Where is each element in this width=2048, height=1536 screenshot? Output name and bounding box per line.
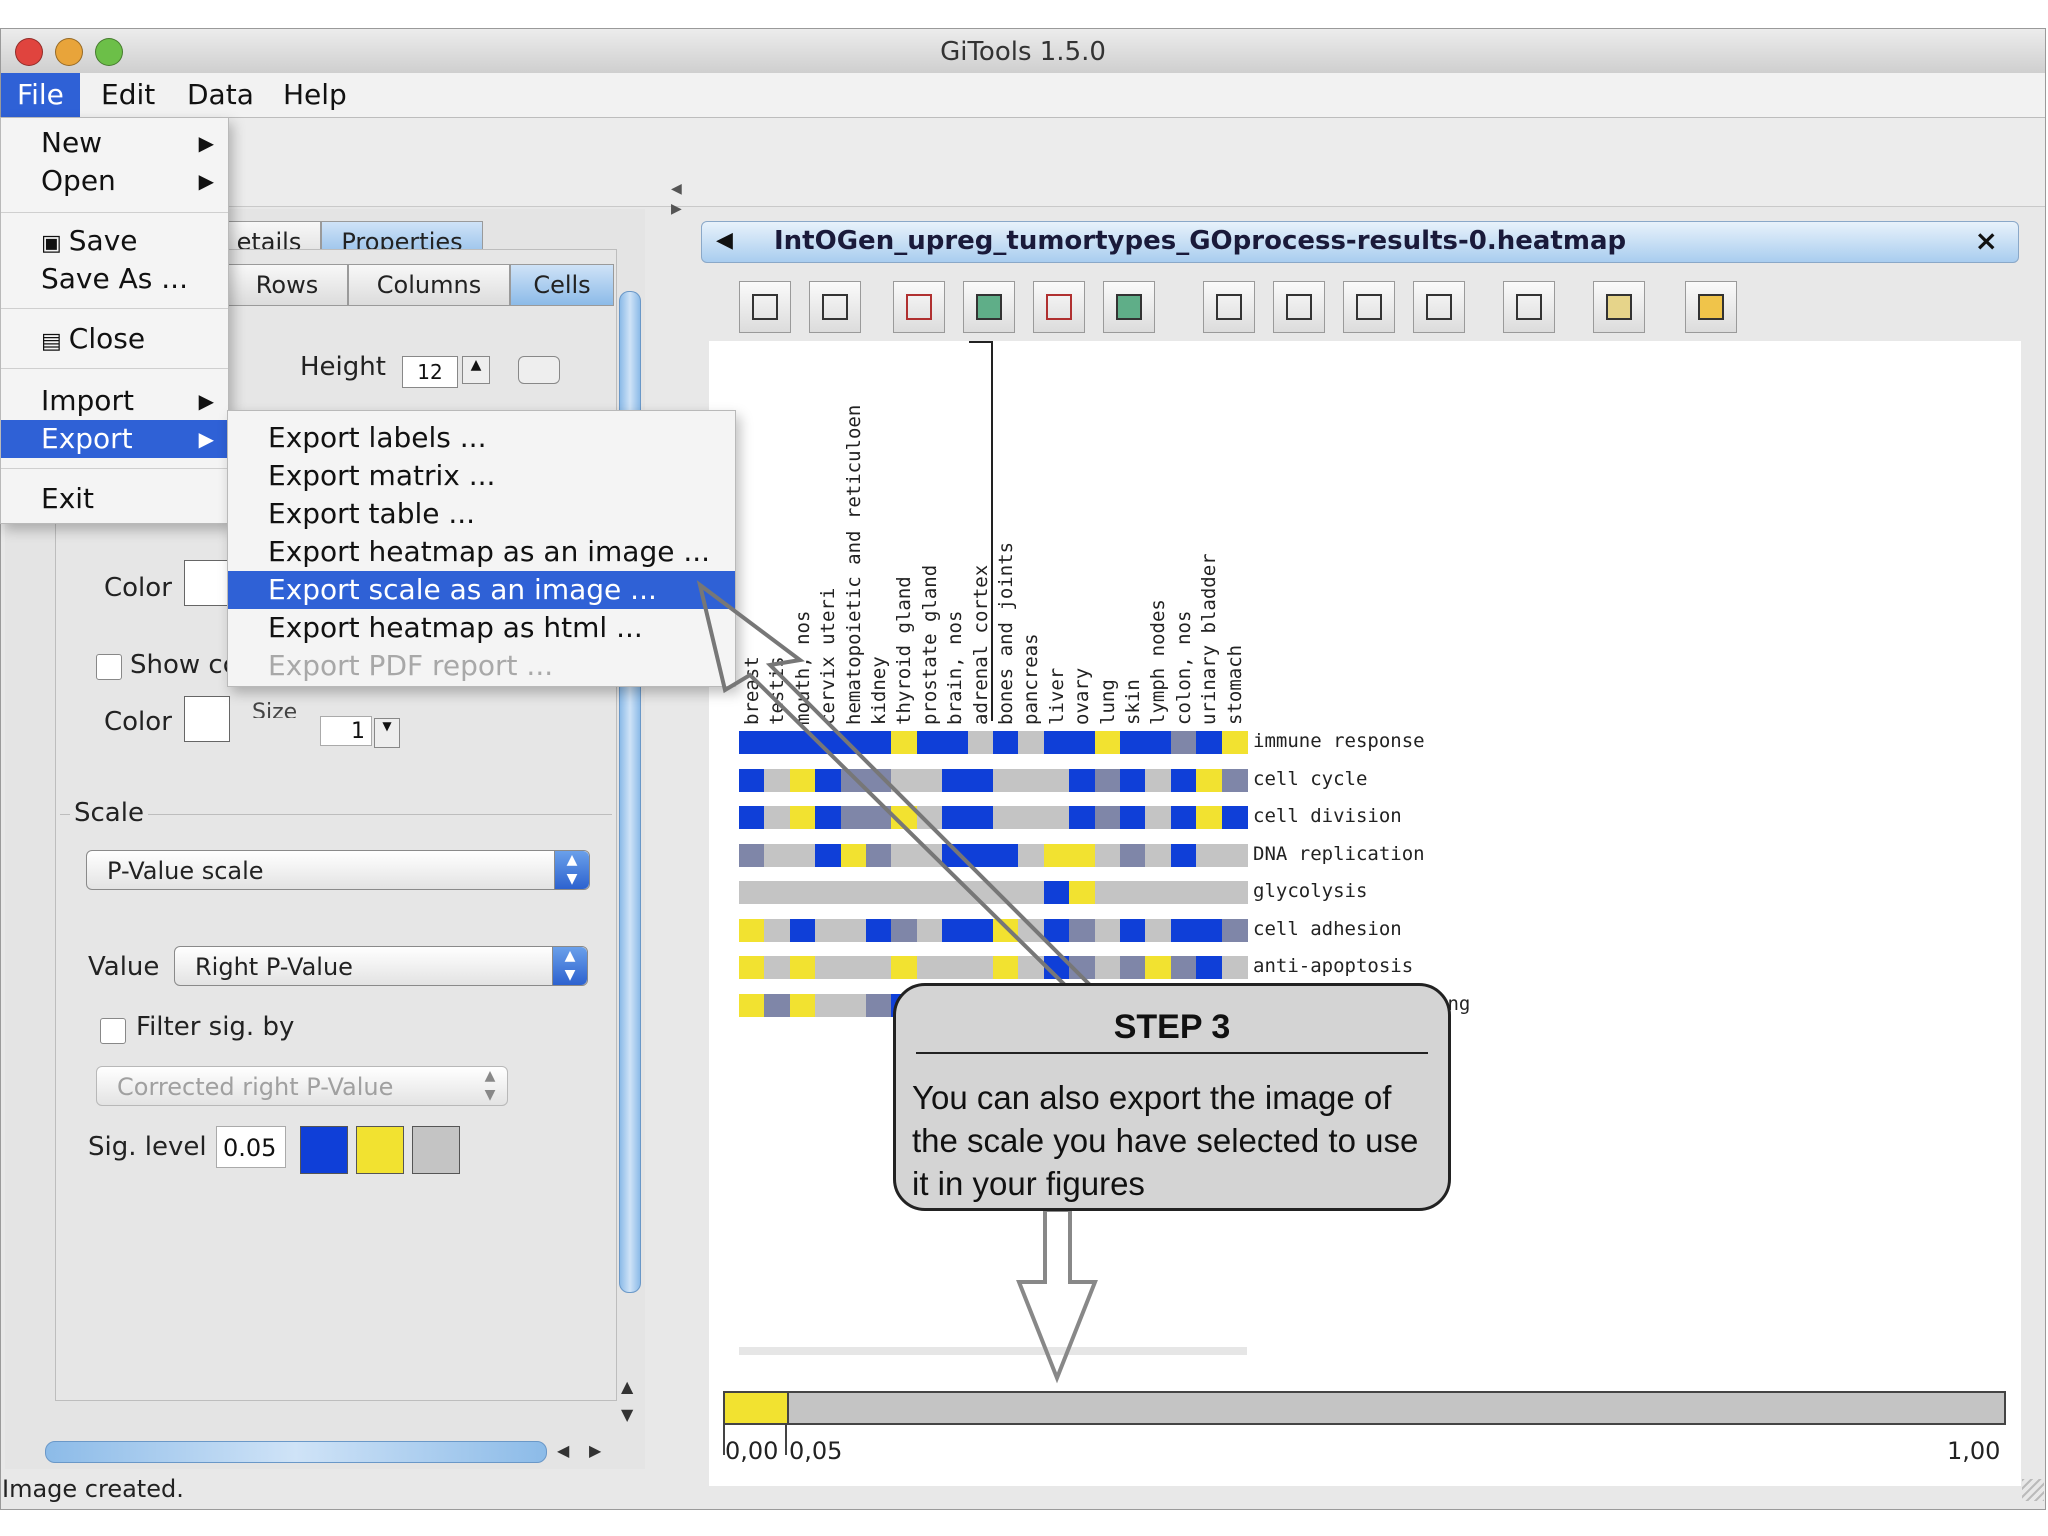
callout-body: You can also export the image of the sca…: [912, 1079, 1419, 1202]
callout-title: STEP 3: [1113, 1008, 1231, 1046]
annotation-arrows: [696, 580, 1098, 1384]
callout-divider: [916, 1052, 1428, 1054]
resize-grip-icon[interactable]: [2022, 1479, 2044, 1501]
arrow-to-export-item-icon: [696, 580, 1094, 993]
arrow-to-scale-bar-icon: [1016, 1208, 1098, 1384]
status-bar: Image created.: [0, 1471, 2048, 1511]
step-callout: STEP 3 You can also export the image of …: [893, 983, 1451, 1211]
status-text: Image created.: [2, 1475, 184, 1503]
